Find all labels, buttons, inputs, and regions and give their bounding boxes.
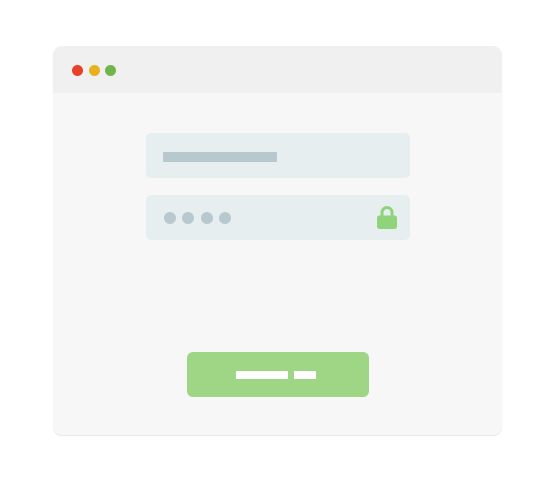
password-mask-dot [164, 212, 176, 224]
login-button-label [294, 371, 316, 379]
password-mask-dot [201, 212, 213, 224]
lock-body [377, 215, 397, 229]
login-window [53, 46, 502, 435]
lock-shackle [380, 206, 394, 218]
password-mask-dot [219, 212, 231, 224]
maximize-window-button[interactable] [105, 65, 116, 76]
title-bar [53, 46, 502, 93]
username-placeholder [163, 152, 277, 162]
minimize-window-button[interactable] [89, 65, 100, 76]
password-mask-dot [182, 212, 194, 224]
lock-icon [377, 206, 397, 229]
username-field[interactable] [146, 133, 410, 178]
password-field[interactable] [146, 195, 410, 240]
close-window-button[interactable] [72, 65, 83, 76]
login-button[interactable] [187, 352, 369, 397]
login-button-label [236, 371, 288, 379]
